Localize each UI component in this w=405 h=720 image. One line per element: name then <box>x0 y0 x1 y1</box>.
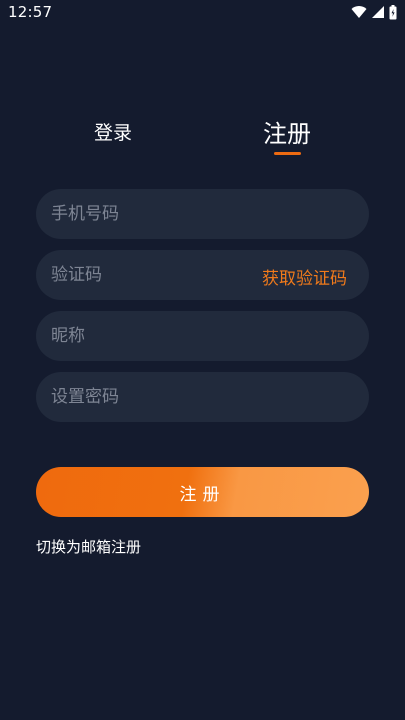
register-button[interactable]: 注册 <box>36 467 369 517</box>
wifi-icon <box>351 5 367 19</box>
auth-tabs: 登录 注册 <box>0 110 405 160</box>
status-bar: 12:57 <box>0 0 405 24</box>
phone-input[interactable] <box>51 204 251 224</box>
tab-login[interactable]: 登录 <box>53 118 173 145</box>
signal-icon <box>371 5 385 19</box>
nickname-field <box>36 311 369 361</box>
battery-icon <box>389 4 397 20</box>
get-code-button[interactable]: 获取验证码 <box>262 264 347 289</box>
switch-to-email-register-link[interactable]: 切换为邮箱注册 <box>36 536 141 557</box>
verification-code-field: 获取验证码 <box>36 250 369 300</box>
tab-register[interactable]: 注册 <box>227 114 347 149</box>
status-icons <box>351 4 397 20</box>
active-tab-indicator <box>274 152 301 155</box>
status-time: 12:57 <box>8 3 53 21</box>
password-field <box>36 372 369 422</box>
password-input[interactable] <box>51 387 251 407</box>
nickname-input[interactable] <box>51 326 251 346</box>
phone-field <box>36 189 369 239</box>
verification-code-input[interactable] <box>51 265 251 285</box>
